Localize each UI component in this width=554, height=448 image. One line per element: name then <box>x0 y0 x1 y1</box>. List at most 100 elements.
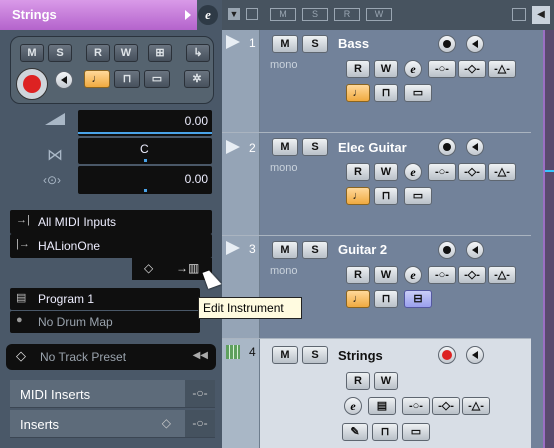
folder-icon[interactable] <box>246 8 258 20</box>
record-enable-button[interactable] <box>438 346 456 364</box>
inserts-bypass-icon[interactable]: -○- <box>185 410 215 437</box>
track-read-button[interactable]: R <box>346 372 370 390</box>
lock-icon[interactable]: ⊓ <box>374 187 398 205</box>
track-name[interactable]: Elec Guitar <box>338 140 407 155</box>
read-all-icon[interactable]: R <box>334 8 360 21</box>
monitor-speaker-icon[interactable] <box>466 35 484 53</box>
delay-field[interactable]: 0.00 <box>78 166 212 194</box>
lock-icon[interactable]: ⊓ <box>114 70 140 88</box>
track-read-button[interactable]: R <box>346 266 370 284</box>
pencil-icon[interactable]: ✎ <box>342 423 368 441</box>
record-enable-button[interactable] <box>438 241 456 259</box>
bypass-eq-icon[interactable]: -◇- <box>458 60 486 78</box>
bypass-sends-icon[interactable]: -△- <box>462 397 490 415</box>
edit-note-icon[interactable]: ♩ <box>346 290 370 308</box>
edit-e-icon[interactable]: e <box>404 266 422 284</box>
edit-e-icon[interactable]: e <box>344 397 362 415</box>
output-routing-icon[interactable]: ↳ <box>186 44 210 62</box>
lock-icon[interactable]: ⊓ <box>372 423 398 441</box>
program-list-icon[interactable]: ▤ <box>368 397 396 415</box>
track-preset-field[interactable]: ◇ No Track Preset ◀◀ <box>6 344 216 370</box>
record-enable-button[interactable] <box>16 68 48 100</box>
write-all-icon[interactable]: W <box>366 8 392 21</box>
edit-e-icon[interactable]: e <box>404 163 422 181</box>
edit-note-icon[interactable]: ♩ <box>346 187 370 205</box>
track-solo-button[interactable]: S <box>302 35 328 53</box>
bypass-inserts-icon[interactable]: -○- <box>428 266 456 284</box>
track-write-button[interactable]: W <box>374 163 398 181</box>
track-mute-button[interactable]: M <box>272 346 298 364</box>
track-row-selected[interactable]: 4 M S Strings R W e ▤ -○- -◇- -△- ✎ ⊓ ▭ <box>222 339 554 448</box>
midi-input-field[interactable]: →| All MIDI Inputs <box>10 210 212 234</box>
read-button[interactable]: R <box>86 44 110 62</box>
lock-icon[interactable]: ⊓ <box>374 84 398 102</box>
track-write-button[interactable]: W <box>374 60 398 78</box>
bypass-eq-icon[interactable]: -◇- <box>432 397 460 415</box>
track-row[interactable]: 3 M S Guitar 2 mono R W e -○- -◇- -△- ♩ … <box>222 236 554 339</box>
pan-field[interactable]: C <box>78 138 212 164</box>
track-color-lane[interactable]: 4 <box>222 339 260 448</box>
lanes-active-icon[interactable]: ⊟ <box>404 290 432 308</box>
monitor-speaker-icon[interactable] <box>466 241 484 259</box>
edit-instrument-button[interactable]: →▥ <box>176 261 199 275</box>
write-button[interactable]: W <box>114 44 138 62</box>
midi-inserts-bypass-icon[interactable]: -○- <box>185 380 215 407</box>
grid-icon[interactable]: ⊞ <box>148 44 172 62</box>
lock-icon[interactable]: ⊓ <box>374 290 398 308</box>
settings-wheel-icon[interactable]: ✲ <box>184 70 210 88</box>
lanes-icon[interactable]: ▭ <box>144 70 170 88</box>
midi-inserts-section[interactable]: MIDI Inserts -○- <box>10 380 215 408</box>
monitor-speaker-icon[interactable] <box>466 346 484 364</box>
mute-button[interactable]: M <box>20 44 44 62</box>
track-read-button[interactable]: R <box>346 60 370 78</box>
edit-e-icon[interactable]: e <box>404 60 422 78</box>
track-row[interactable]: 1 M S Bass mono R W e -○- -◇- -△- ♩ ⊓ ▭ <box>222 30 554 133</box>
bypass-inserts-icon[interactable]: -○- <box>428 163 456 181</box>
track-color-lane[interactable]: 2 <box>222 133 260 236</box>
inspector-header[interactable]: Strings <box>0 0 197 30</box>
track-mute-button[interactable]: M <box>272 241 298 259</box>
lanes-icon[interactable]: ▭ <box>404 84 432 102</box>
solo-all-icon[interactable]: S <box>302 8 328 21</box>
track-controls-icon[interactable] <box>512 8 526 21</box>
bypass-inserts-icon[interactable]: -○- <box>428 60 456 78</box>
track-mute-button[interactable]: M <box>272 138 298 156</box>
inserts-section[interactable]: Inserts ◇ -○- <box>10 410 215 438</box>
track-solo-button[interactable]: S <box>302 241 328 259</box>
track-read-button[interactable]: R <box>346 163 370 181</box>
lanes-icon[interactable]: ▭ <box>404 187 432 205</box>
track-row[interactable]: 2 M S Elec Guitar mono R W e -○- -◇- -△-… <box>222 133 554 236</box>
track-write-button[interactable]: W <box>374 266 398 284</box>
track-solo-button[interactable]: S <box>302 346 328 364</box>
bypass-inserts-icon[interactable]: -○- <box>402 397 430 415</box>
monitor-speaker-icon[interactable] <box>55 71 73 89</box>
track-mute-button[interactable]: M <box>272 35 298 53</box>
record-enable-button[interactable] <box>438 138 456 156</box>
bypass-sends-icon[interactable]: -△- <box>488 266 516 284</box>
track-write-button[interactable]: W <box>374 372 398 390</box>
record-enable-button[interactable] <box>438 35 456 53</box>
drum-map-field[interactable]: ● No Drum Map <box>10 311 200 333</box>
track-color-lane[interactable]: 1 <box>222 30 260 133</box>
rewind-icon[interactable]: ◀◀ <box>193 350 208 361</box>
program-field[interactable]: ▤ Program 1 <box>10 288 200 310</box>
edit-note-icon[interactable]: ♩ <box>84 70 110 88</box>
bypass-sends-icon[interactable]: -△- <box>488 163 516 181</box>
mute-all-icon[interactable]: M <box>270 8 296 21</box>
monitor-speaker-icon[interactable] <box>466 138 484 156</box>
edit-note-icon[interactable]: ♩ <box>346 84 370 102</box>
bypass-eq-icon[interactable]: -◇- <box>458 266 486 284</box>
lanes-icon[interactable]: ▭ <box>402 423 430 441</box>
inserts-diamond-icon[interactable]: ◇ <box>162 416 171 430</box>
edit-e-button[interactable]: e <box>198 5 218 25</box>
track-name[interactable]: Guitar 2 <box>338 242 387 257</box>
track-name[interactable]: Strings <box>338 348 383 363</box>
collapse-icon[interactable]: ▼ <box>228 8 240 20</box>
track-color-lane[interactable]: 3 <box>222 236 260 339</box>
track-name[interactable]: Bass <box>338 36 369 51</box>
bypass-eq-icon[interactable]: -◇- <box>458 163 486 181</box>
bypass-sends-icon[interactable]: -△- <box>488 60 516 78</box>
volume-field[interactable]: 0.00 <box>78 110 212 136</box>
solo-button[interactable]: S <box>48 44 72 62</box>
track-solo-button[interactable]: S <box>302 138 328 156</box>
